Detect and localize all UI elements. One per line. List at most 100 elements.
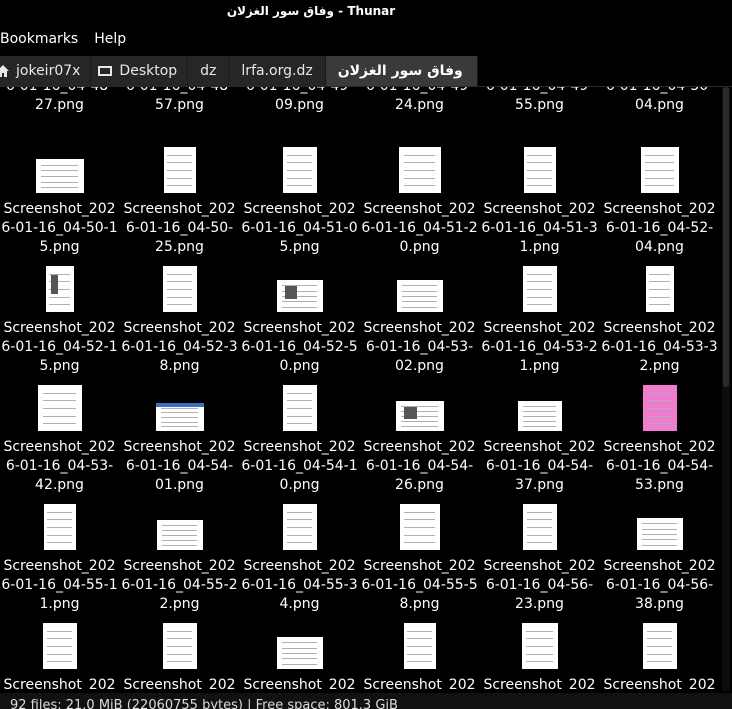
file-thumbnail: [396, 280, 443, 312]
location-pathbar: jokeir07x Desktop dz lrfa.org.dz وفاق سو…: [0, 56, 732, 87]
file-thumbnail: [45, 266, 74, 312]
file-name: 6-01-16_04-50- 04.png: [606, 87, 713, 113]
file-name: Screenshot_202 6-01-16_04-52- 04.png: [603, 201, 716, 255]
file-name: Screenshot_202 6-01-16_04-53- 42.png: [3, 439, 116, 493]
file-name: Screenshot_202 6-01-16_04-55-5 8.png: [361, 558, 478, 612]
file-thumbnail: [35, 159, 84, 193]
file-thumbnail: [276, 280, 323, 312]
file-item[interactable]: Screenshot_202 6-01-16_04-56- 23.png: [480, 502, 599, 614]
home-icon: [0, 65, 9, 77]
file-thumbnail: [162, 266, 197, 312]
file-name: Screenshot_202: [3, 677, 116, 691]
file-name: 6-01-16_04-49- 24.png: [366, 87, 473, 113]
file-name: Screenshot_202 6-01-16_04-55-1 1.png: [1, 558, 118, 612]
window-titlebar: وفاق سور الغزلان - Thunar: [0, 0, 732, 22]
file-name: Screenshot_202: [123, 677, 236, 691]
file-thumbnail: [640, 147, 679, 193]
file-item[interactable]: Screenshot_202 6-01-16_04-50- 25.png: [120, 145, 239, 257]
file-item[interactable]: Screenshot_202 6-01-16_04-51-3 1.png: [480, 145, 599, 257]
path-button-desktop[interactable]: Desktop: [91, 56, 189, 86]
path-button-current[interactable]: وفاق سور الغزلان: [325, 56, 478, 86]
menubar: Bookmarks Help: [0, 27, 732, 51]
file-item[interactable]: Screenshot_202 6-01-16_04-55-3 4.png: [240, 502, 359, 614]
file-item[interactable]: Screenshot_202 6-01-16_04-55-1 1.png: [0, 502, 119, 614]
desktop-icon: [98, 66, 113, 76]
path-button-label: dz: [200, 63, 217, 79]
menu-help[interactable]: Help: [86, 31, 134, 47]
path-button-label: وفاق سور الغزلان: [337, 63, 463, 79]
file-item[interactable]: Screenshot_202: [240, 621, 359, 691]
file-item[interactable]: Screenshot_202 6-01-16_04-53-2 1.png: [480, 264, 599, 376]
file-thumbnail: [282, 147, 317, 193]
file-name: Screenshot_202 6-01-16_04-52-1 5.png: [1, 320, 118, 374]
file-item[interactable]: Screenshot_202 6-01-16_04-53-3 2.png: [600, 264, 719, 376]
file-item[interactable]: Screenshot_202: [0, 621, 119, 691]
vertical-scrollbar[interactable]: [722, 87, 730, 691]
file-item[interactable]: 6-01-16_04-48- 27.png: [0, 87, 119, 115]
file-name: Screenshot_202 6-01-16_04-54- 37.png: [483, 439, 596, 493]
file-name: Screenshot_202 6-01-16_04-51-0 5.png: [241, 201, 358, 255]
file-item[interactable]: Screenshot_202 6-01-16_04-55-2 2.png: [120, 502, 239, 614]
file-item[interactable]: Screenshot_202 6-01-16_04-50-1 5.png: [0, 145, 119, 257]
file-thumbnail: [162, 623, 197, 669]
file-thumbnail: [517, 401, 562, 431]
file-thumbnail: [636, 518, 683, 550]
file-name: Screenshot_202 6-01-16_04-56- 38.png: [603, 558, 716, 612]
file-item[interactable]: Screenshot_202 6-01-16_04-53- 42.png: [0, 383, 119, 495]
file-item[interactable]: Screenshot_202 6-01-16_04-54- 26.png: [360, 383, 479, 495]
file-name: Screenshot_202: [483, 677, 596, 691]
file-item[interactable]: 6-01-16_04-49- 55.png: [480, 87, 599, 115]
file-item[interactable]: Screenshot_202 6-01-16_04-53- 02.png: [360, 264, 479, 376]
file-name: Screenshot_202: [243, 677, 356, 691]
file-item[interactable]: Screenshot_202 6-01-16_04-54- 53.png: [600, 383, 719, 495]
file-name: Screenshot_202 6-01-16_04-53- 02.png: [363, 320, 476, 374]
file-name: Screenshot_202 6-01-16_04-51-3 1.png: [481, 201, 598, 255]
file-item[interactable]: 6-01-16_04-49- 24.png: [360, 87, 479, 115]
file-name: Screenshot_202 6-01-16_04-50- 25.png: [123, 201, 236, 255]
file-item[interactable]: Screenshot_202 6-01-16_04-52-3 8.png: [120, 264, 239, 376]
file-name: Screenshot_202 6-01-16_04-56- 23.png: [483, 558, 596, 612]
file-name: Screenshot_202 6-01-16_04-52-3 8.png: [121, 320, 238, 374]
file-item[interactable]: Screenshot_202 6-01-16_04-51-0 5.png: [240, 145, 359, 257]
file-thumbnail: [156, 520, 203, 550]
file-item[interactable]: Screenshot_202 6-01-16_04-55-5 8.png: [360, 502, 479, 614]
file-item[interactable]: Screenshot_202 6-01-16_04-56- 38.png: [600, 502, 719, 614]
file-name: Screenshot_202: [363, 677, 476, 691]
path-button-dz[interactable]: dz: [188, 56, 230, 86]
file-item[interactable]: Screenshot_202: [480, 621, 599, 691]
file-thumbnail: [642, 385, 677, 431]
file-item[interactable]: 6-01-16_04-50- 04.png: [600, 87, 719, 115]
file-item[interactable]: Screenshot_202 6-01-16_04-52-1 5.png: [0, 264, 119, 376]
path-button-label: jokeir07x: [16, 63, 81, 79]
file-name: Screenshot_202 6-01-16_04-50-1 5.png: [1, 201, 118, 255]
file-name: Screenshot_202 6-01-16_04-55-2 2.png: [121, 558, 238, 612]
file-item[interactable]: Screenshot_202 6-01-16_04-54-1 0.png: [240, 383, 359, 495]
file-name: Screenshot_202 6-01-16_04-54-1 0.png: [241, 439, 358, 493]
file-item[interactable]: Screenshot_202 6-01-16_04-54- 01.png: [120, 383, 239, 495]
file-thumbnail: [521, 623, 558, 669]
file-item[interactable]: Screenshot_202 6-01-16_04-52- 04.png: [600, 145, 719, 257]
file-item[interactable]: Screenshot_202 6-01-16_04-51-2 0.png: [360, 145, 479, 257]
file-name: Screenshot_202 6-01-16_04-53-2 1.png: [481, 320, 598, 374]
file-item[interactable]: 6-01-16_04-49- 09.png: [240, 87, 359, 115]
scrollbar-slider[interactable]: [723, 87, 729, 387]
path-button-home[interactable]: jokeir07x: [0, 56, 92, 86]
file-thumbnail: [522, 504, 557, 550]
menu-bookmarks[interactable]: Bookmarks: [0, 31, 86, 47]
path-button-lrfa[interactable]: lrfa.org.dz: [229, 56, 326, 86]
file-name: 6-01-16_04-48- 27.png: [6, 87, 113, 113]
file-item[interactable]: Screenshot_202: [360, 621, 479, 691]
file-name: Screenshot_202 6-01-16_04-54- 01.png: [123, 439, 236, 493]
file-name: Screenshot_202 6-01-16_04-51-2 0.png: [361, 201, 478, 255]
file-item[interactable]: Screenshot_202 6-01-16_04-52-5 0.png: [240, 264, 359, 376]
window-title: وفاق سور الغزلان - Thunar: [226, 4, 396, 18]
file-name: 6-01-16_04-49- 09.png: [246, 87, 353, 113]
file-item[interactable]: Screenshot_202: [120, 621, 239, 691]
file-thumbnail: [155, 403, 204, 431]
file-icon-view[interactable]: 6-01-16_04-48- 27.png 6-01-16_04-48- 57.p…: [0, 87, 720, 691]
file-thumbnail: [163, 147, 196, 193]
file-item[interactable]: Screenshot_202: [600, 621, 719, 691]
file-item[interactable]: Screenshot_202 6-01-16_04-54- 37.png: [480, 383, 599, 495]
file-item[interactable]: 6-01-16_04-48- 57.png: [120, 87, 239, 115]
path-button-label: lrfa.org.dz: [241, 63, 313, 79]
